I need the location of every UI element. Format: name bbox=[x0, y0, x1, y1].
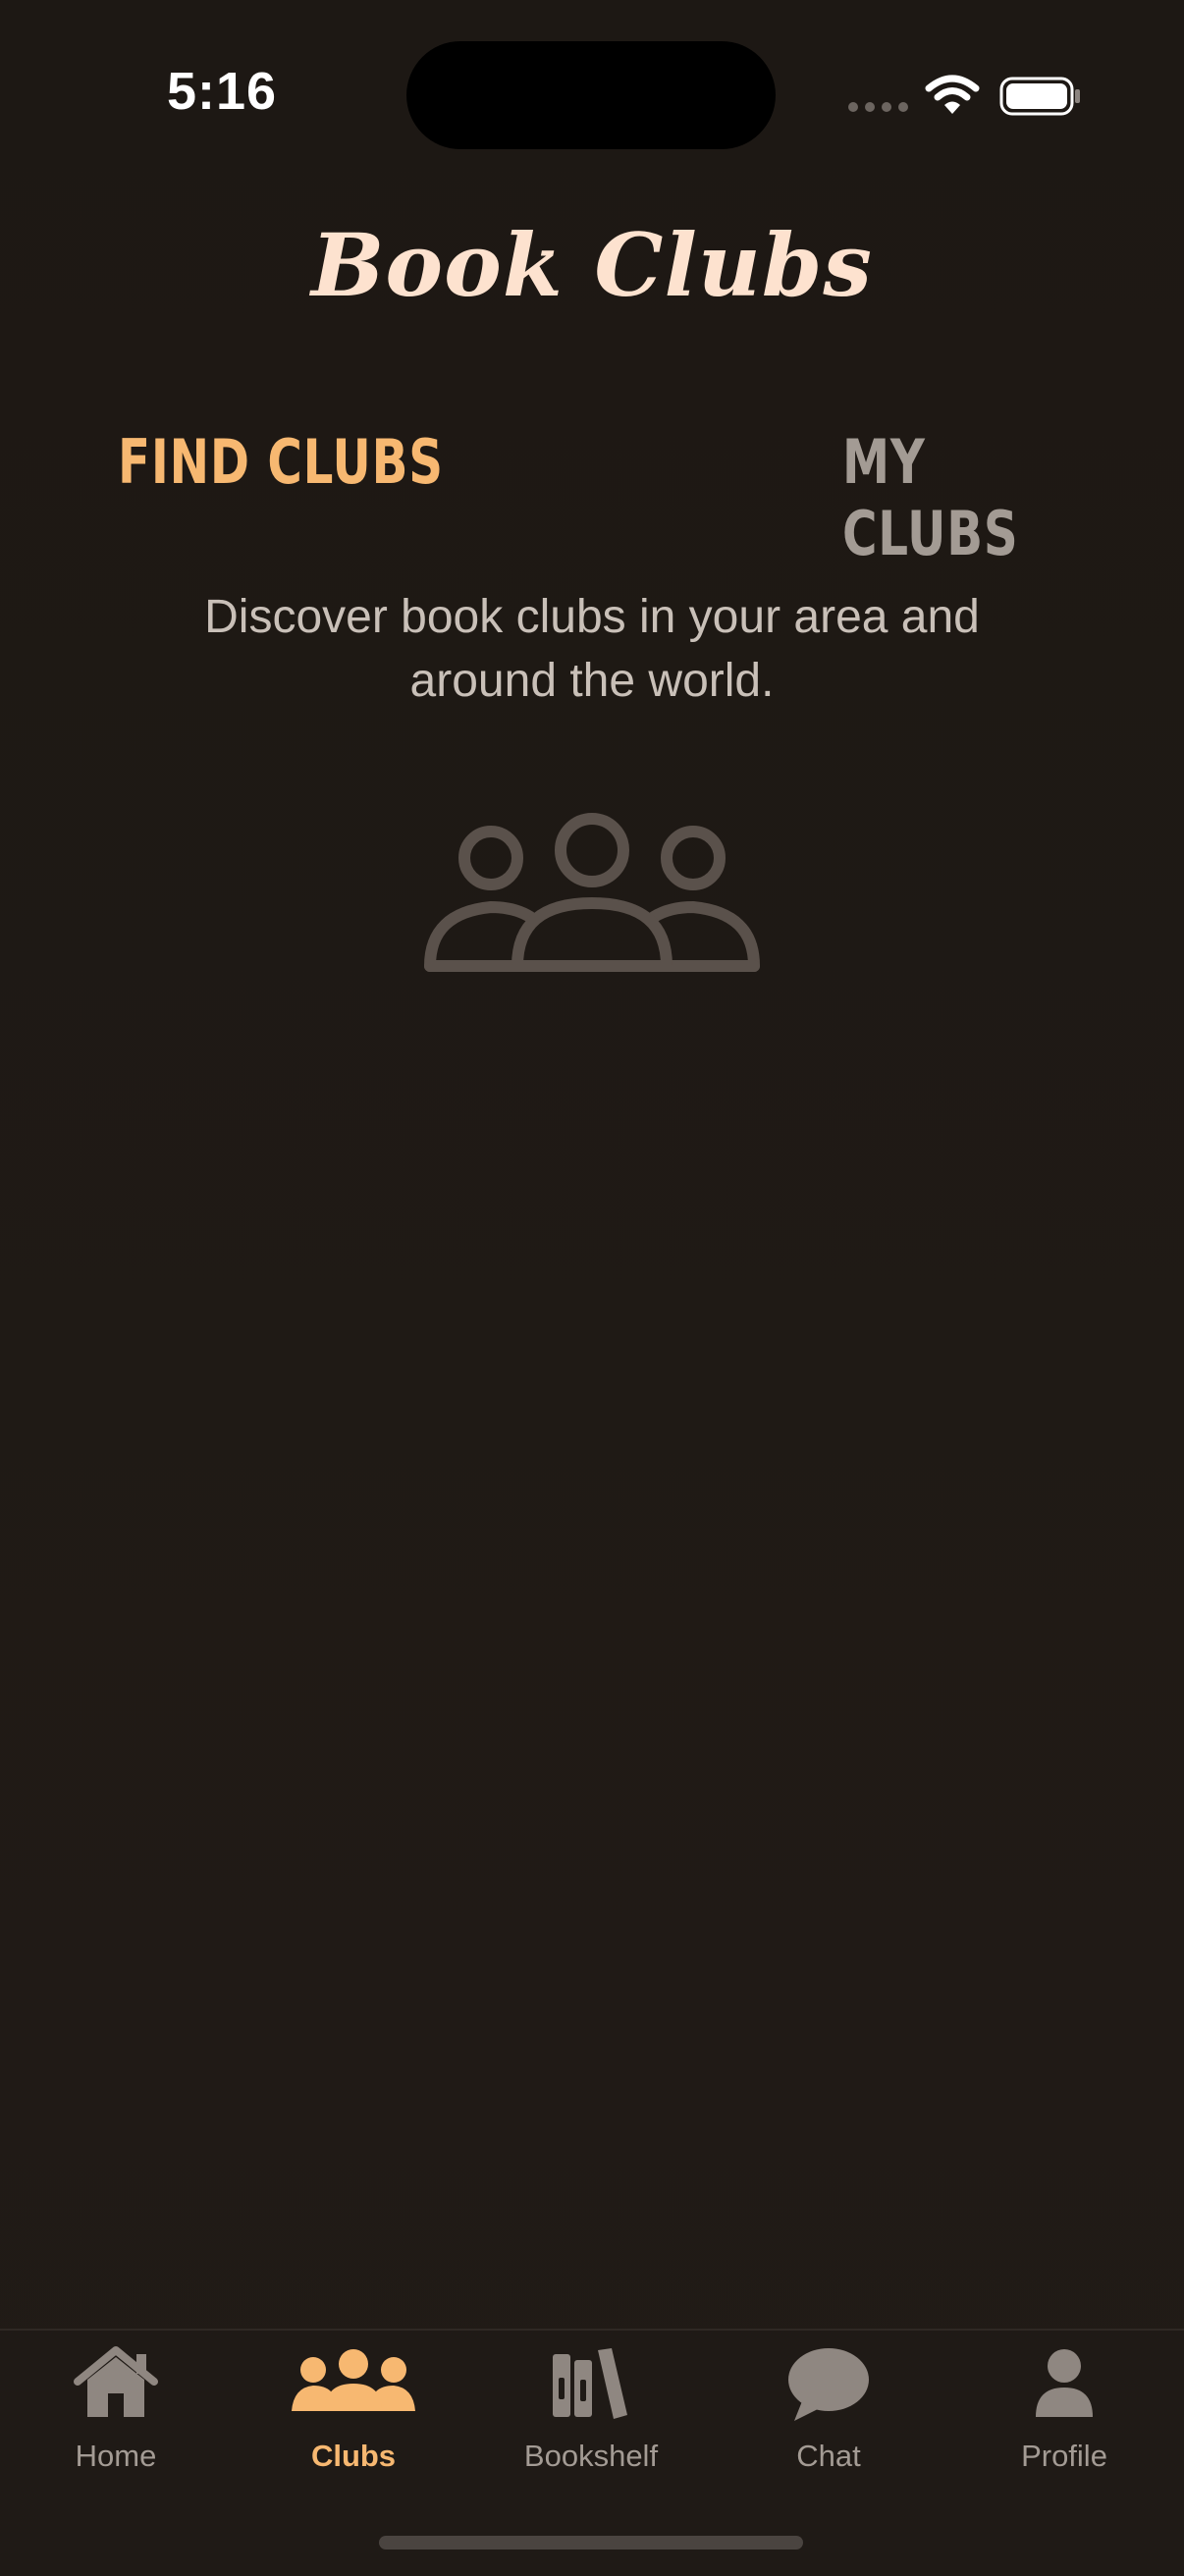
tab-bar-label-home: Home bbox=[75, 2439, 157, 2473]
home-icon bbox=[74, 2346, 158, 2417]
tab-bar-label-bookshelf: Bookshelf bbox=[523, 2439, 659, 2473]
battery-icon bbox=[999, 77, 1080, 116]
tab-bar-item-chat[interactable]: Chat bbox=[730, 2344, 927, 2482]
tab-bar-item-profile[interactable]: Profile bbox=[966, 2344, 1162, 2482]
tab-bar-label-clubs: Clubs bbox=[310, 2439, 397, 2473]
screen: 5:16 Book Clubs FIND CLUBS MY CLUBS Disc… bbox=[0, 0, 1184, 2576]
chat-bubble-icon bbox=[788, 2348, 869, 2421]
tab-find-clubs[interactable]: FIND CLUBS bbox=[118, 426, 444, 498]
tab-bar-item-clubs[interactable]: Clubs bbox=[255, 2344, 452, 2482]
page-title: Book Clubs bbox=[311, 214, 873, 316]
intro-text: Discover book clubs in your area and aro… bbox=[204, 591, 980, 707]
wifi-icon bbox=[925, 75, 980, 114]
people-group-icon bbox=[424, 813, 760, 972]
tab-bar-item-home[interactable]: Home bbox=[18, 2344, 214, 2482]
status-time: 5:16 bbox=[167, 62, 278, 121]
books-icon bbox=[553, 2348, 627, 2419]
tab-bar-item-bookshelf[interactable]: Bookshelf bbox=[493, 2344, 689, 2482]
home-indicator[interactable] bbox=[379, 2536, 803, 2549]
person-icon bbox=[1036, 2349, 1093, 2417]
cellular-dots-icon bbox=[848, 102, 908, 112]
tab-bar-label-profile: Profile bbox=[1021, 2439, 1107, 2473]
people-group-icon bbox=[292, 2349, 415, 2411]
tab-bar-label-chat: Chat bbox=[796, 2439, 861, 2473]
dynamic-island bbox=[406, 41, 776, 149]
tab-my-clubs[interactable]: MY CLUBS bbox=[842, 426, 1108, 569]
